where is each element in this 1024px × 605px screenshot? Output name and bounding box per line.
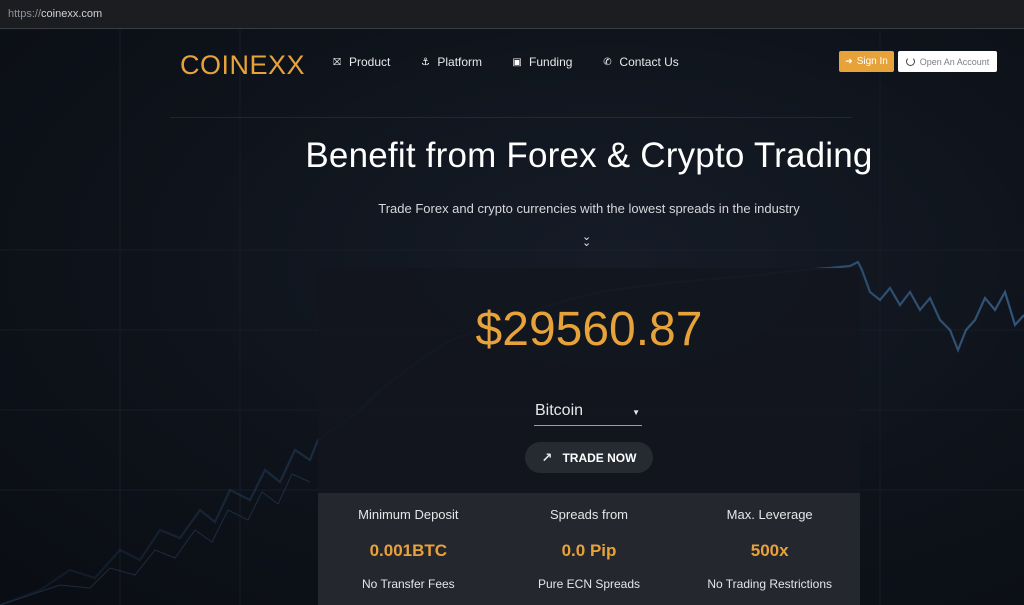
logo-text: COINEXX xyxy=(180,50,306,80)
sign-in-label: Sign In xyxy=(856,56,888,67)
url-scheme: https:// xyxy=(8,8,42,20)
trending-up-icon: ↗ xyxy=(541,449,553,465)
coinexx-logo[interactable]: COINEXX xyxy=(180,50,305,81)
stat-note: No Transfer Fees xyxy=(361,577,455,591)
nav-item-label: Product xyxy=(349,55,391,69)
money-icon: ▣ xyxy=(512,56,522,68)
top-navigation: COINEXX ⛝ Product ⚓ Platform ▣ Funding ✆… xyxy=(170,44,1024,88)
asset-select-value: Bitcoin xyxy=(535,402,584,419)
browser-url-bar[interactable]: https://coinexx.com xyxy=(0,0,1024,29)
stat-label: Max. Leverage xyxy=(726,507,813,522)
stat-value: 0.0 Pip xyxy=(561,541,617,560)
hero-section: COINEXX ⛝ Product ⚓ Platform ▣ Funding ✆… xyxy=(0,30,1024,605)
nav-item-contact[interactable]: ✆ Contact Us xyxy=(600,55,679,69)
stat-label: Minimum Deposit xyxy=(358,507,459,522)
stats-bar: Minimum Deposit 0.001BTC No Transfer Fee… xyxy=(318,493,860,605)
stat-value: 0.001BTC xyxy=(369,541,448,560)
open-account-button[interactable]: Open An Account xyxy=(898,51,997,72)
caret-down-icon: ▼ xyxy=(632,408,640,417)
main-menu: ⛝ Product ⚓ Platform ▣ Funding ✆ Contact… xyxy=(330,55,707,69)
nav-item-label: Funding xyxy=(529,55,573,69)
nav-item-funding[interactable]: ▣ Funding xyxy=(510,55,572,69)
trade-now-label: TRADE NOW xyxy=(562,450,637,465)
stat-max-leverage: Max. Leverage 500x No Trading Restrictio… xyxy=(679,493,860,605)
url-text[interactable]: https://coinexx.com xyxy=(8,8,102,20)
stat-minimum-deposit: Minimum Deposit 0.001BTC No Transfer Fee… xyxy=(318,493,499,605)
stat-note: Pure ECN Spreads xyxy=(537,577,641,591)
open-account-label: Open An Account xyxy=(919,56,990,67)
phone-icon: ✆ xyxy=(603,56,612,68)
stat-note: No Trading Restrictions xyxy=(707,577,833,591)
sign-in-button[interactable]: ➜ Sign In xyxy=(839,51,894,72)
asset-select[interactable]: Bitcoin ▼ xyxy=(534,398,642,426)
url-host: coinexx.com xyxy=(41,8,103,20)
anchor-icon: ⚓ xyxy=(420,56,430,68)
stat-label: Spreads from xyxy=(549,507,629,522)
hero-subline: Trade Forex and crypto currencies with t… xyxy=(378,201,800,216)
sign-in-icon: ➜ xyxy=(845,56,853,66)
nav-item-label: Platform xyxy=(437,55,483,69)
nav-item-product[interactable]: ⛝ Product xyxy=(330,55,390,69)
live-price: $29560.87 xyxy=(475,303,703,356)
spinner-icon xyxy=(905,57,915,66)
trade-now-button[interactable]: ↗ TRADE NOW xyxy=(525,442,653,473)
nav-divider xyxy=(170,117,852,118)
stat-value: 500x xyxy=(750,541,789,560)
stat-spreads: Spreads from 0.0 Pip Pure ECN Spreads xyxy=(499,493,680,605)
nav-item-platform[interactable]: ⚓ Platform xyxy=(418,55,482,69)
price-panel: $29560.87 Bitcoin ▼ ↗ TRADE NOW xyxy=(318,268,860,493)
hero-headline: Benefit from Forex & Crypto Trading xyxy=(305,136,873,175)
nav-item-label: Contact Us xyxy=(619,55,679,69)
chevron-double-down-icon[interactable]: ⌄ ⌄ xyxy=(582,232,591,249)
car-icon: ⛝ xyxy=(333,56,341,68)
